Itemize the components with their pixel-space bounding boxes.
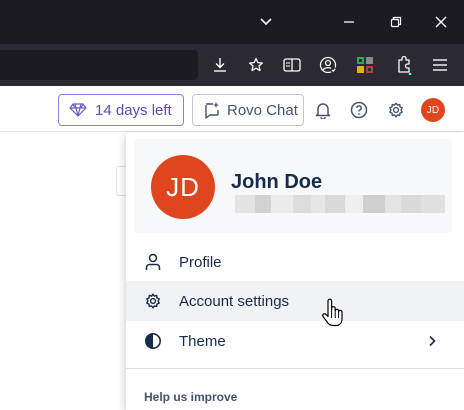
avatar[interactable]: JD bbox=[421, 98, 445, 122]
extension-grid-icon[interactable] bbox=[350, 50, 380, 80]
user-card: JD John Doe bbox=[134, 139, 452, 233]
restore-icon[interactable] bbox=[376, 0, 416, 44]
redacted-email bbox=[235, 195, 445, 213]
gear-icon bbox=[144, 292, 162, 310]
notifications-icon[interactable] bbox=[310, 97, 336, 123]
list-all-tabs-chevron-icon[interactable] bbox=[246, 0, 286, 44]
bookmark-star-icon[interactable] bbox=[241, 50, 271, 80]
extensions-icon[interactable] bbox=[389, 50, 419, 80]
menu-item-label: Account settings bbox=[179, 292, 290, 310]
account-icon[interactable] bbox=[313, 50, 343, 80]
url-bar[interactable] bbox=[0, 50, 198, 80]
help-us-improve-heading: Help us improve bbox=[144, 390, 238, 404]
minimize-icon[interactable] bbox=[329, 0, 369, 44]
person-icon bbox=[144, 253, 162, 271]
profile-menu: JD John Doe Profile Account settings The… bbox=[126, 133, 464, 410]
rovo-chat-button[interactable]: Rovo Chat bbox=[192, 94, 304, 126]
menu-divider bbox=[126, 368, 464, 369]
menu-item-label: Theme bbox=[179, 332, 226, 350]
hand-cursor-icon bbox=[320, 298, 344, 328]
chat-sparkle-icon bbox=[205, 102, 219, 119]
menu-icon[interactable] bbox=[425, 50, 455, 80]
chevron-right-icon bbox=[424, 333, 440, 349]
close-icon[interactable] bbox=[421, 0, 461, 44]
app-header: 14 days left Rovo Chat JD bbox=[0, 86, 464, 132]
menu-item-account-settings[interactable]: Account settings bbox=[126, 281, 464, 321]
user-name: John Doe bbox=[231, 171, 323, 193]
diamond-icon bbox=[69, 103, 87, 117]
user-avatar: JD bbox=[151, 155, 215, 219]
browser-titlebar bbox=[0, 0, 464, 44]
settings-icon[interactable] bbox=[383, 97, 409, 123]
trial-days-left-button[interactable]: 14 days left bbox=[58, 94, 184, 126]
rovo-label: Rovo Chat bbox=[227, 101, 298, 119]
menu-item-label: Profile bbox=[179, 253, 222, 271]
reader-view-icon[interactable] bbox=[277, 50, 307, 80]
download-icon[interactable] bbox=[205, 50, 235, 80]
trial-label: 14 days left bbox=[95, 101, 172, 119]
browser-toolbar bbox=[0, 44, 464, 86]
theme-contrast-icon bbox=[144, 332, 162, 350]
menu-item-theme[interactable]: Theme bbox=[126, 321, 464, 361]
help-icon[interactable] bbox=[346, 97, 372, 123]
menu-item-profile[interactable]: Profile bbox=[126, 242, 464, 282]
